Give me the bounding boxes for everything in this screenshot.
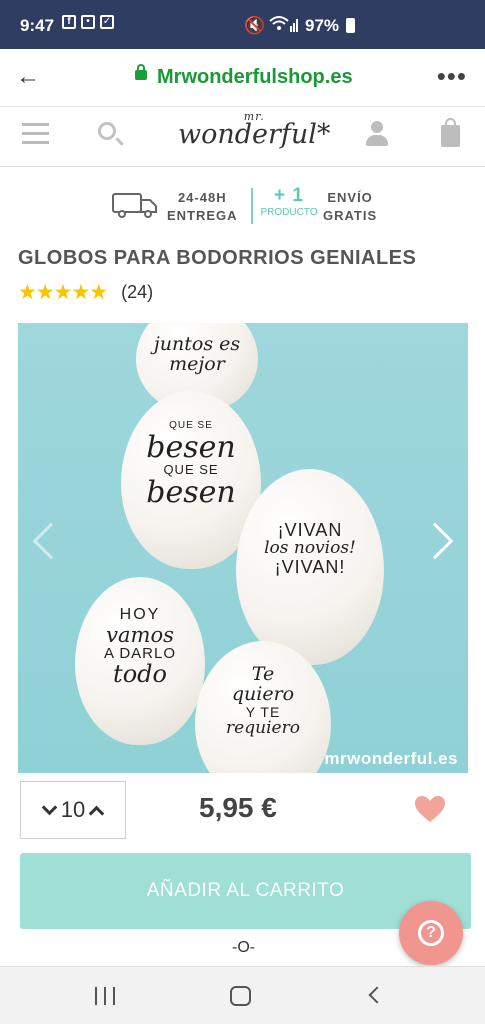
quantity-stepper[interactable]: 10 [20,781,126,839]
plus-product-label: PRODUCTO [260,207,318,218]
heart-icon[interactable] [414,795,446,823]
url-text[interactable]: Mrwonderfulshop.es [157,66,353,89]
site-logo[interactable]: mr. wonderful* [178,110,330,150]
shipping-divider [251,188,253,224]
shipping-banner: 24-48H ENTREGA + 1 PRODUCTO ENVÍO GRATIS [110,186,390,228]
product-price: 5,95 € [199,792,277,823]
checkbox-notification-icon: ✓ [100,15,114,29]
logo-main: wonderful* [178,119,331,150]
search-icon[interactable] [98,122,116,140]
product-image[interactable]: juntos es mejor QUE SE besen QUE SE bese… [18,323,468,773]
wifi-signal-icon [269,16,298,32]
question-mark-icon: ? [418,920,444,946]
delivery-truck-icon [112,193,157,218]
help-button[interactable]: ? [399,901,463,965]
section-separator: -O- [232,939,256,956]
plus-one: + 1 [274,185,304,206]
site-header: mr. wonderful* [0,107,485,167]
menu-icon[interactable] [22,123,49,145]
lock-icon [135,64,147,80]
product-rating[interactable]: ★★★★★ (24) [18,280,153,305]
balloon-image: HOY vamos A DARLO todo [75,577,205,745]
product-title: GLOBOS PARA BODORRIOS GENIALES [18,247,417,269]
notification-icons: f • ✓ [62,15,114,29]
chevron-up-icon[interactable] [88,805,105,821]
status-bar: 9:47 f • ✓ 🔇 97% [0,0,485,49]
image-watermark: mrwonderful.es [324,749,458,768]
recent-apps-icon[interactable] [95,987,115,1005]
battery-icon [346,18,355,33]
status-time: 9:47 [20,16,55,35]
free-shipping-line2: GRATIS [323,208,378,223]
chevron-down-icon[interactable] [41,799,58,815]
rating-stars-icon: ★★★★★ [18,281,108,304]
balloon-image: ¡VIVAN los novios! ¡VIVAN! [236,469,384,665]
delivery-info: 24-48H ENTREGA [167,189,238,225]
battery-percent: 97% [305,16,340,35]
user-account-icon[interactable] [366,121,388,147]
notification-app-icon: • [81,15,95,29]
more-options-icon[interactable]: ••• [437,61,467,92]
facebook-icon: f [62,15,76,29]
shopping-bag-icon[interactable] [441,118,460,147]
delivery-time: 24-48H [177,190,227,205]
quantity-value: 10 [60,797,86,822]
review-count[interactable]: (24) [121,282,153,303]
free-shipping-line1: ENVÍO [327,190,373,205]
next-image-arrow-icon[interactable] [416,522,454,560]
previous-image-arrow-icon[interactable] [32,522,70,560]
free-shipping-info: ENVÍO GRATIS [323,189,377,225]
plus-product-info: + 1 PRODUCTO [258,186,320,220]
system-back-icon[interactable] [368,986,386,1004]
home-icon[interactable] [230,986,251,1006]
mute-icon: 🔇 [244,16,266,35]
browser-url-bar: ← Mrwonderfulshop.es ••• [0,49,485,107]
system-navigation-bar [0,966,485,1024]
delivery-label: ENTREGA [167,208,238,223]
back-arrow-icon[interactable]: ← [16,63,40,91]
